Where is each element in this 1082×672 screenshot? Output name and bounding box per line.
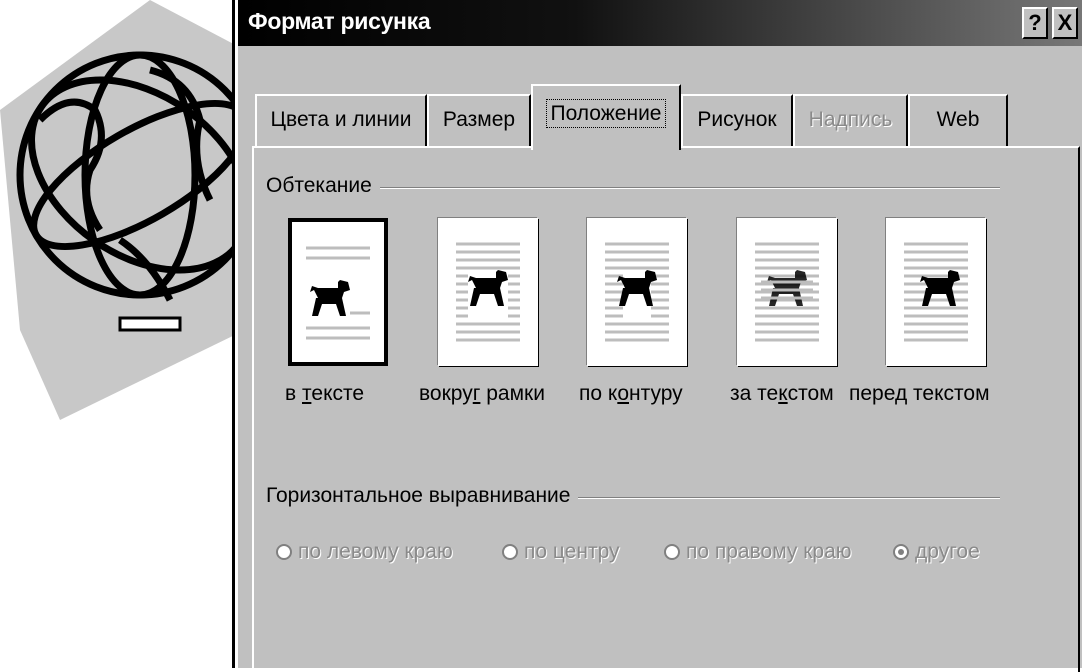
label-text: рамки — [480, 382, 545, 405]
wrapping-group-label: Обтекание — [266, 174, 380, 198]
wrap-option-3[interactable] — [587, 218, 687, 366]
wrap-option-5[interactable] — [886, 218, 986, 366]
tab-colors-lines[interactable]: Цвета и линии — [255, 94, 427, 146]
wrap-option-4[interactable] — [737, 218, 837, 366]
tab-label: Надпись — [808, 108, 893, 131]
label-mnemonic: т — [302, 382, 312, 405]
tab-web[interactable]: Web — [908, 94, 1008, 146]
label-text: текстом — [907, 382, 990, 405]
label-text: ексте — [311, 382, 365, 405]
radio-circle-icon — [664, 544, 680, 560]
label-mnemonic: о — [617, 382, 629, 405]
tab-label: Web — [936, 108, 980, 131]
wrap-option-label[interactable]: по контуру — [579, 382, 683, 406]
label-text: по к — [579, 382, 618, 405]
format-picture-dialog: Формат рисунка ? X Цвета и линии Размер … — [235, 0, 1082, 672]
wrap-option-label[interactable]: перед текстом — [849, 382, 990, 406]
tab-picture[interactable]: Рисунок — [681, 94, 793, 146]
tab-size[interactable]: Размер — [427, 94, 531, 146]
radio-circle-icon — [893, 544, 909, 560]
label-text: в — [285, 382, 302, 405]
alignment-group-label: Горизонтальное выравнивание — [266, 484, 579, 508]
label-text: пере — [849, 382, 895, 405]
radio-label: по правому краю — [686, 540, 852, 563]
dog-behind-text-icon — [755, 242, 819, 342]
label-text: нтуру — [629, 382, 683, 405]
dog-square-icon — [456, 242, 520, 342]
tab-position[interactable]: Положение — [531, 84, 681, 150]
alignment-radio-2: по центру — [502, 540, 620, 564]
label-mnemonic: к — [778, 382, 788, 405]
title-bar[interactable]: Формат рисунка ? X — [238, 0, 1082, 46]
alignment-radio-1: по левому краю — [276, 540, 453, 564]
tab-label: Размер — [442, 108, 516, 131]
label-mnemonic: д — [894, 382, 908, 405]
wrap-option-1[interactable] — [288, 218, 388, 366]
wrap-option-2[interactable] — [438, 218, 538, 366]
label-text: вокру — [419, 382, 473, 405]
radio-label: по центру — [524, 540, 620, 563]
close-button[interactable]: X — [1052, 7, 1078, 39]
label-text: стом — [787, 382, 834, 405]
wrap-option-label[interactable]: вокруг рамки — [419, 382, 545, 406]
tab-textbox: Надпись — [793, 94, 908, 146]
radio-circle-icon — [502, 544, 518, 560]
dog-inline-icon — [306, 246, 370, 340]
dog-tight-icon — [605, 242, 669, 342]
dog-in-front-icon — [904, 242, 968, 342]
label-text: за те — [730, 382, 779, 405]
alignment-radio-4: другое — [893, 540, 980, 564]
dialog-title: Формат рисунка — [248, 8, 431, 34]
globe-clipart-icon — [0, 0, 245, 420]
radio-label: другое — [915, 540, 980, 563]
radio-label: по левому краю — [298, 540, 453, 563]
wrap-option-label[interactable]: за текстом — [730, 382, 834, 406]
tab-label: Рисунок — [697, 108, 777, 131]
help-button[interactable]: ? — [1022, 7, 1048, 39]
tab-label: Положение — [545, 99, 667, 128]
wrap-option-label[interactable]: в тексте — [285, 382, 364, 406]
tab-label: Цвета и линии — [270, 108, 412, 131]
alignment-radio-3: по правому краю — [664, 540, 852, 564]
radio-circle-icon — [276, 544, 292, 560]
